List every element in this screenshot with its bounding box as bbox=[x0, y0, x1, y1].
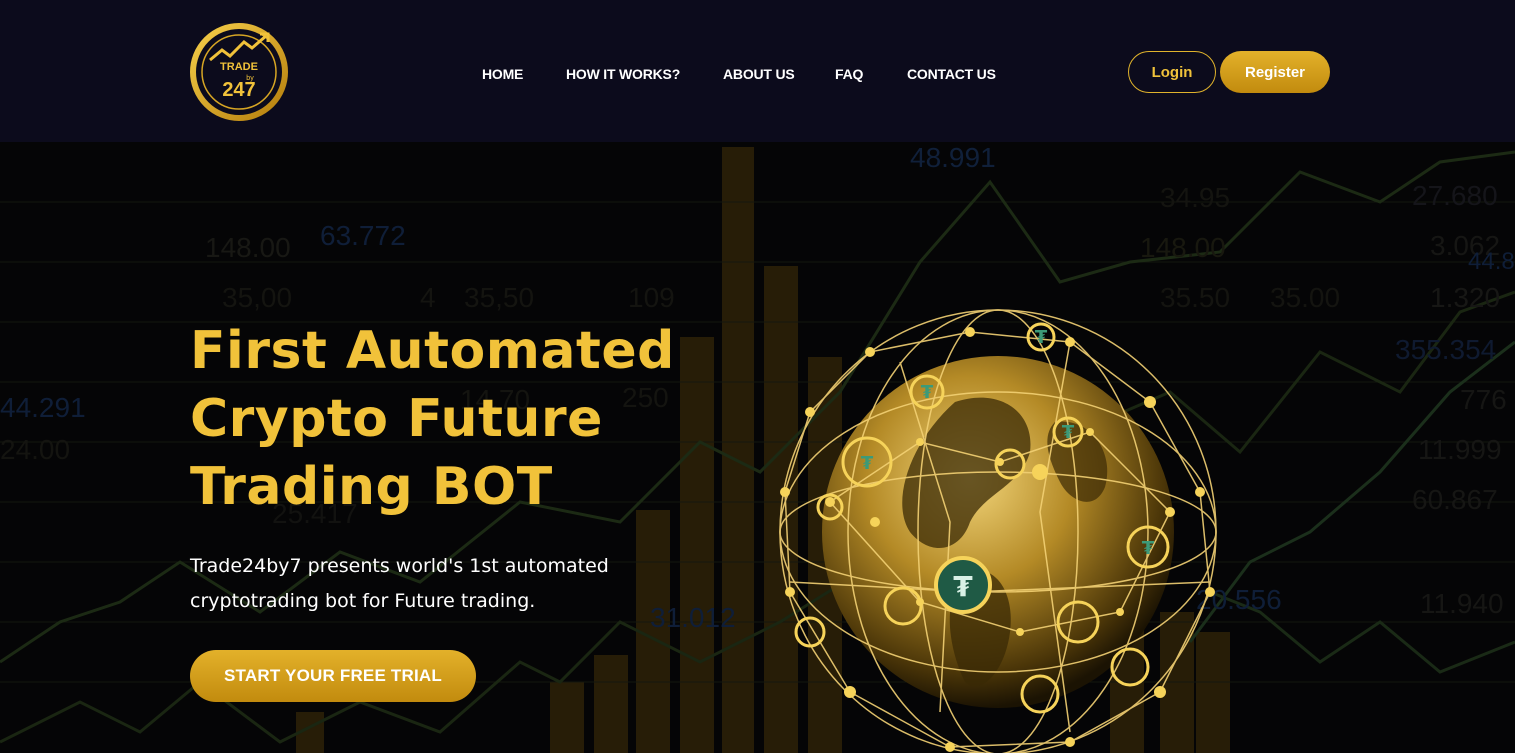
nav-about-us[interactable]: ABOUT US bbox=[723, 66, 795, 82]
crypto-globe-icon: ₮ ₮ ₮ ₮ ₮ ₮ bbox=[779, 309, 1217, 753]
bg-number: 35.00 bbox=[1270, 282, 1341, 313]
bg-number: 44.291 bbox=[0, 392, 86, 423]
hero-section: 48.991 27.680 63.772 148.00 35,00 35,50 … bbox=[0, 142, 1515, 753]
bg-number: 4 bbox=[420, 282, 436, 313]
bg-number: 24.00 bbox=[0, 434, 71, 465]
svg-text:₮: ₮ bbox=[921, 382, 934, 403]
svg-text:₮: ₮ bbox=[1062, 422, 1075, 443]
bg-number: 34.95 bbox=[1160, 182, 1231, 213]
bg-number: 63.772 bbox=[320, 220, 406, 251]
svg-text:₮: ₮ bbox=[861, 453, 874, 474]
bg-number: 31.012 bbox=[650, 602, 736, 633]
bg-number: 148.00 bbox=[205, 232, 291, 263]
bg-number: 109 bbox=[628, 282, 675, 313]
bg-number: 27.680 bbox=[1412, 180, 1498, 211]
bg-number: 1.320 bbox=[1430, 282, 1501, 313]
hero-subtext: Trade24by7 presents world's 1st automate… bbox=[190, 549, 660, 619]
svg-text:₮: ₮ bbox=[953, 570, 973, 603]
bg-number: 35,50 bbox=[464, 282, 535, 313]
site-header: TRADE by 247 HOME HOW IT WORKS? ABOUT US… bbox=[0, 0, 1515, 142]
svg-text:₮: ₮ bbox=[1142, 538, 1155, 559]
nav-how-it-works[interactable]: HOW IT WORKS? bbox=[566, 66, 680, 82]
login-button[interactable]: Login bbox=[1128, 51, 1216, 93]
nav-home[interactable]: HOME bbox=[482, 66, 523, 82]
nav-contact-us[interactable]: CONTACT US bbox=[907, 66, 996, 82]
hero-headline: First Automated Crypto Future Trading BO… bbox=[190, 317, 750, 521]
svg-text:₮: ₮ bbox=[1035, 327, 1048, 348]
bg-number: 44.8 bbox=[1468, 248, 1515, 275]
bg-number: 11.999 bbox=[1418, 434, 1502, 465]
bg-number: 11.940 bbox=[1420, 588, 1504, 619]
subtext-line: Trade24by7 presents world's 1st automate… bbox=[190, 555, 609, 577]
nav-faq[interactable]: FAQ bbox=[835, 66, 863, 82]
subtext-line: cryptotrading bot for Future trading. bbox=[190, 590, 536, 612]
register-button[interactable]: Register bbox=[1220, 51, 1330, 93]
headline-line: Trading BOT bbox=[190, 457, 553, 517]
bg-number: 35,00 bbox=[222, 282, 293, 313]
bg-number: 60.867 bbox=[1412, 484, 1498, 515]
bg-number: 148.00 bbox=[1140, 232, 1226, 263]
bg-number: 355.354 bbox=[1395, 334, 1497, 365]
bg-number: 48.991 bbox=[910, 142, 996, 173]
tether-coin-icon: ₮ bbox=[934, 556, 992, 614]
start-free-trial-button[interactable]: START YOUR FREE TRIAL bbox=[190, 650, 476, 702]
headline-line: Crypto Future bbox=[190, 389, 603, 449]
headline-line: First Automated bbox=[190, 321, 675, 381]
bg-number: 776 bbox=[1460, 384, 1507, 415]
